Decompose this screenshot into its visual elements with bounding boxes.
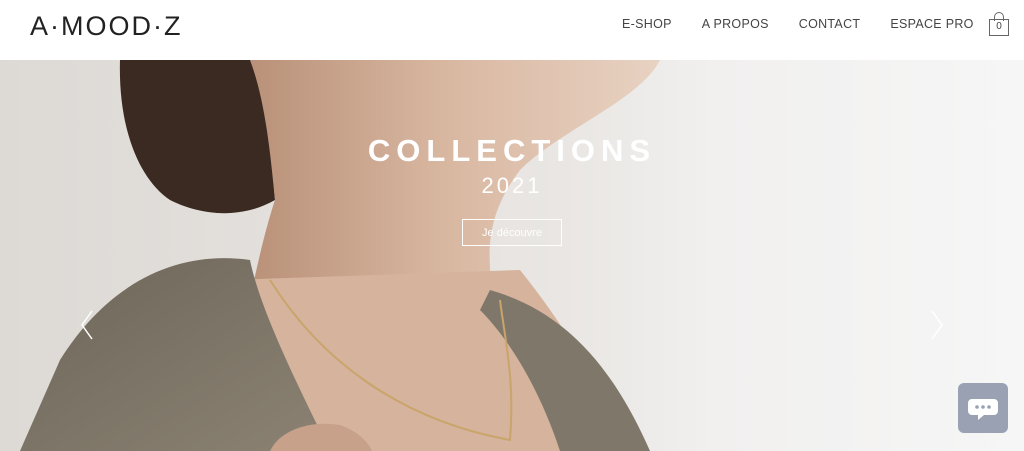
hero-image [20, 60, 660, 451]
header: A·MOOD·Z E-SHOP A PROPOS CONTACT ESPACE … [0, 0, 1024, 60]
nav-item-espace-pro[interactable]: ESPACE PRO [890, 17, 973, 31]
nav-item-eshop[interactable]: E-SHOP [622, 17, 672, 31]
discover-button[interactable]: Je découvre [462, 219, 562, 246]
chat-button[interactable] [958, 383, 1008, 433]
hero-slider: COLLECTIONS 2021 Je découvre [0, 60, 1024, 451]
hero-title: COLLECTIONS [367, 133, 657, 168]
hero-year: 2021 [481, 173, 543, 198]
cart-button[interactable]: 0 [989, 12, 1009, 36]
chevron-right-icon[interactable] [930, 310, 944, 340]
main-nav: E-SHOP A PROPOS CONTACT ESPACE PRO [622, 17, 1004, 31]
nav-item-a-propos[interactable]: A PROPOS [702, 17, 769, 31]
chat-bubble-icon [968, 399, 998, 420]
chevron-left-icon[interactable] [80, 310, 94, 340]
cart-count: 0 [996, 21, 1002, 32]
brand-logo[interactable]: A·MOOD·Z [30, 11, 182, 42]
nav-item-contact[interactable]: CONTACT [799, 17, 861, 31]
